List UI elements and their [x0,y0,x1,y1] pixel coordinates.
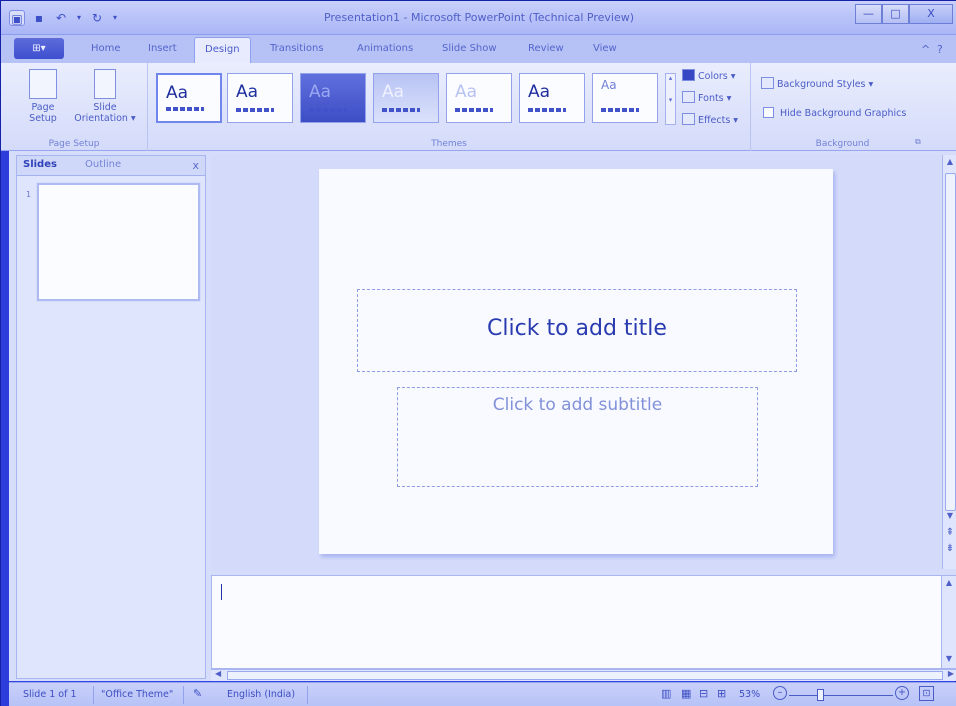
zoom-slider-knob[interactable] [817,689,824,701]
scroll-up-icon[interactable]: ▴ [666,74,675,82]
minimize-ribbon-icon[interactable]: ^ [921,43,930,56]
slide-show-icon[interactable]: ⊞ [717,687,726,700]
background-styles-button[interactable]: Background Styles ▾ [761,77,873,90]
close-pane-icon[interactable]: x [192,159,199,172]
title-placeholder[interactable]: Click to add title [357,289,797,372]
window-title: Presentation1 - Microsoft PowerPoint (Te… [323,11,635,24]
powerpoint-window: ▣ ▪ ↶ ▾ ↻ ▾ Presentation1 - Microsoft Po… [0,0,956,706]
theme-name: "Office Theme" [101,689,174,700]
subtitle-placeholder[interactable]: Click to add subtitle [397,387,758,487]
fonts-icon [682,91,695,103]
tab-design[interactable]: Design [194,37,251,64]
theme-thumbnail[interactable]: Aa [592,73,658,123]
tab-animations[interactable]: Animations [357,43,413,54]
vertical-scrollbar[interactable]: ▲ ▼ ⇞ ⇟ [942,155,956,569]
close-button[interactable]: X [909,4,953,24]
fit-to-window-icon[interactable]: ⊡ [919,686,934,701]
scroll-up-icon[interactable]: ▲ [942,578,956,587]
theme-thumbnail[interactable]: Aa [300,73,366,123]
more-themes-icon[interactable]: ▾ [666,96,675,104]
theme-thumbnail[interactable]: Aa [446,73,512,123]
zoom-level[interactable]: 53% [739,689,760,700]
previous-slide-icon[interactable]: ⇞ [943,527,956,538]
themes-group-label: Themes [431,139,467,149]
theme-thumbnail[interactable]: Aa [519,73,585,123]
normal-view-icon[interactable]: ▥ [661,687,671,700]
effects-icon [682,113,695,125]
slide-orientation-button[interactable]: Slide Orientation ▾ [65,69,145,124]
next-slide-icon[interactable]: ⇟ [943,543,956,554]
background-styles-icon [761,77,774,89]
page-setup-icon [29,69,57,99]
page-setup-group: Page Setup Slide Orientation ▾ Page Setu… [1,63,148,151]
window-controls: — □ X [855,4,953,24]
office-button[interactable]: ⊞▾ [14,38,64,59]
slide-number: 1 [26,190,32,199]
page-setup-button[interactable]: Page Setup [23,69,63,124]
tab-outline[interactable]: Outline [85,159,121,170]
scroll-thumb[interactable] [227,671,943,680]
tab-view[interactable]: View [593,43,617,54]
pane-tabs: Slides Outline x [17,156,205,176]
horizontal-scrollbar[interactable]: ◀ ▶ [211,669,956,681]
slide-thumbnail[interactable] [37,183,200,301]
minimize-button[interactable]: — [855,4,882,24]
reading-view-icon[interactable]: ⊟ [699,687,708,700]
tab-transitions[interactable]: Transitions [270,43,324,54]
slides-pane: Slides Outline x 1 [16,155,206,679]
status-bar: Slide 1 of 1 "Office Theme" ✎ English (I… [9,682,956,706]
scroll-right-icon[interactable]: ▶ [948,669,954,678]
theme-thumbnail[interactable]: Aa [227,73,293,123]
colors-button[interactable]: Colors ▾ [682,69,736,82]
background-group: Background Styles ▾ Hide Background Grap… [751,63,934,151]
tab-slides[interactable]: Slides [23,159,57,170]
spell-check-icon[interactable]: ✎ [193,687,202,700]
hide-background-graphics-checkbox[interactable]: Hide Background Graphics [763,107,906,119]
language[interactable]: English (India) [227,689,295,700]
tab-home[interactable]: Home [91,43,121,54]
slide-canvas[interactable]: Click to add title Click to add subtitle [319,169,833,554]
notes-scrollbar[interactable]: ▲ ▼ [941,576,956,668]
fonts-button[interactable]: Fonts ▾ [682,91,731,104]
themes-group: Aa Aa Aa Aa Aa Aa Aa ▴ ▾ Colors ▾ Fonts … [148,63,751,151]
ribbon: Page Setup Slide Orientation ▾ Page Setu… [1,63,956,151]
notes-pane[interactable]: ▲ ▼ [211,575,956,669]
page-setup-group-label: Page Setup [48,139,100,149]
scroll-down-icon[interactable]: ▼ [943,511,956,520]
scroll-left-icon[interactable]: ◀ [215,669,221,678]
tab-insert[interactable]: Insert [148,43,177,54]
slide-sorter-icon[interactable]: ▦ [681,687,691,700]
tab-slide-show[interactable]: Slide Show [442,43,497,54]
text-cursor [221,584,222,600]
zoom-out-button[interactable]: – [773,686,787,700]
scroll-up-icon[interactable]: ▲ [943,157,956,166]
scroll-down-icon[interactable]: ▼ [942,654,956,663]
background-dialog-launcher-icon[interactable]: ⧉ [915,137,921,147]
title-bar: ▣ ▪ ↶ ▾ ↻ ▾ Presentation1 - Microsoft Po… [1,1,956,35]
tab-review[interactable]: Review [528,43,564,54]
effects-button[interactable]: Effects ▾ [682,113,738,126]
theme-thumbnail[interactable]: Aa [156,73,222,123]
zoom-in-button[interactable]: + [895,686,909,700]
maximize-button[interactable]: □ [882,4,909,24]
slide-info: Slide 1 of 1 [23,689,77,700]
themes-scroll[interactable]: ▴ ▾ [665,73,676,125]
scroll-thumb[interactable] [945,173,956,511]
help-icon[interactable]: ? [937,43,943,56]
theme-thumbnail[interactable]: Aa [373,73,439,123]
background-group-label: Background [815,139,870,149]
colors-icon [682,69,695,81]
slide-orientation-icon [94,69,116,99]
zoom-slider[interactable] [789,695,893,696]
ribbon-tab-row: ⊞▾ Home Insert Design Transitions Animat… [1,35,956,64]
